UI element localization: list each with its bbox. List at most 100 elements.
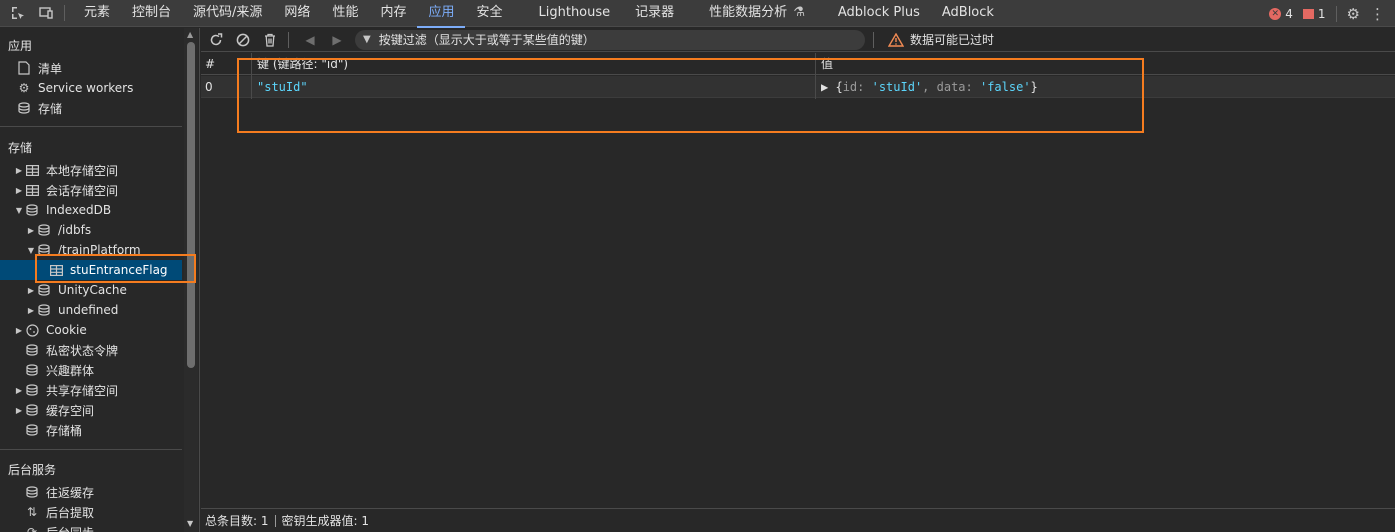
column-divider[interactable] xyxy=(815,53,816,99)
error-icon: ✕ xyxy=(1269,7,1282,20)
divider xyxy=(274,514,276,527)
tab-network[interactable]: 网络 xyxy=(273,0,321,27)
sidebar-item-label: 存储 xyxy=(38,101,63,116)
document-icon xyxy=(16,61,32,75)
tab-elements[interactable]: 元素 xyxy=(73,0,121,27)
sidebar-item-cache-storage[interactable]: ▶ 缓存空间 xyxy=(0,400,182,420)
expand-arrow-icon[interactable]: ▶ xyxy=(26,306,36,315)
sidebar-item-storage[interactable]: 存储 xyxy=(0,98,182,118)
sidebar-item-label: UnityCache xyxy=(58,283,127,297)
sidebar-item-label: 后台同步 xyxy=(46,524,94,532)
sidebar-item-label: 后台提取 xyxy=(46,505,95,520)
sidebar-item-unity-cache[interactable]: ▶ UnityCache xyxy=(0,280,182,300)
database-icon xyxy=(24,485,40,499)
issue-count: 1 xyxy=(1317,6,1326,21)
inspect-element-icon[interactable] xyxy=(8,3,28,23)
tab-application[interactable]: 应用 xyxy=(417,0,466,28)
sidebar-item-label: 私密状态令牌 xyxy=(46,343,119,358)
sidebar-item-private-state-tokens[interactable]: 私密状态令牌 xyxy=(0,340,182,360)
sidebar-item-background-fetch[interactable]: ⇅ 后台提取 xyxy=(0,502,182,522)
header-index[interactable]: # xyxy=(201,53,251,74)
expand-arrow-icon[interactable]: ▶ xyxy=(14,326,24,335)
row-key: "stuId" xyxy=(257,80,308,94)
expand-arrow-icon[interactable]: ▶ xyxy=(14,186,24,195)
sidebar-scrollbar[interactable]: ▲ ▼ xyxy=(184,28,198,532)
key-filter-input[interactable]: ▼ 按键过滤（显示大于或等于某些值的键） xyxy=(355,29,865,50)
gear-icon[interactable]: ⚙ xyxy=(1347,5,1360,23)
issue-count-badge[interactable]: 1 xyxy=(1302,6,1326,21)
sidebar-item-manifest[interactable]: 清单 xyxy=(0,58,182,78)
tab-lighthouse[interactable]: Lighthouse xyxy=(514,0,625,27)
sidebar-item-local-storage[interactable]: ▶ 本地存储空间 xyxy=(0,160,182,180)
database-icon xyxy=(24,423,40,437)
sidebar-item-background-sync[interactable]: ⟳ 后台同步 xyxy=(0,522,182,532)
expand-arrow-icon[interactable]: ▶ xyxy=(26,286,36,295)
stale-data-warning: 数据可能已过时 xyxy=(888,31,994,48)
divider xyxy=(288,31,289,48)
tab-performance-insights[interactable]: 性能数据分析 ⚗ xyxy=(698,0,827,27)
tab-adblock[interactable]: AdBlock xyxy=(931,0,1005,27)
scroll-up-icon[interactable]: ▲ xyxy=(187,30,193,39)
database-icon xyxy=(36,283,52,297)
tab-adblock-plus[interactable]: Adblock Plus xyxy=(827,0,931,27)
database-icon xyxy=(16,101,32,115)
expand-arrow-icon[interactable]: ▶ xyxy=(26,226,36,235)
sidebar-item-indexeddb[interactable]: ▼ IndexedDB xyxy=(0,200,182,220)
sidebar-item-back-forward-cache[interactable]: 往返缓存 xyxy=(0,482,182,502)
value-key-data: , data: xyxy=(922,80,980,94)
row-value[interactable]: ▶ {id: 'stuId', data: 'false'} xyxy=(817,76,1377,97)
header-value[interactable]: 值 xyxy=(817,53,1377,74)
sidebar-item-cookie[interactable]: ▶ Cookie xyxy=(0,320,182,340)
tab-console[interactable]: 控制台 xyxy=(121,0,182,27)
previous-page-icon[interactable]: ◀ xyxy=(298,28,322,52)
sidebar-item-session-storage[interactable]: ▶ 会话存储空间 xyxy=(0,180,182,200)
column-divider[interactable] xyxy=(251,53,252,99)
fetch-arrows-icon: ⇅ xyxy=(26,505,38,519)
sidebar-item-shared-storage[interactable]: ▶ 共享存储空间 xyxy=(0,380,182,400)
sidebar-item-undefined[interactable]: ▶ undefined xyxy=(0,300,182,320)
sidebar-item-service-workers[interactable]: ⚙ Service workers xyxy=(0,78,182,98)
refresh-icon[interactable] xyxy=(204,28,228,52)
expand-arrow-icon[interactable]: ▶ xyxy=(14,166,24,175)
sync-icon: ⟳ xyxy=(26,525,38,532)
tab-security[interactable]: 安全 xyxy=(465,0,513,27)
tab-sources[interactable]: 源代码/来源 xyxy=(182,0,273,27)
scrollbar-thumb[interactable] xyxy=(187,42,195,368)
sidebar-item-storage-buckets[interactable]: 存储桶 xyxy=(0,420,182,440)
delete-icon[interactable] xyxy=(258,28,282,52)
sidebar-item-idbfs[interactable]: ▶ /idbfs xyxy=(0,220,182,240)
table-icon xyxy=(24,163,40,177)
collapse-arrow-icon[interactable]: ▼ xyxy=(26,246,36,255)
expand-arrow-icon[interactable]: ▶ xyxy=(14,406,24,415)
cookie-icon xyxy=(24,323,40,337)
table-icon xyxy=(24,183,40,197)
header-key[interactable]: 键 (键路径: "id") xyxy=(253,53,813,74)
clear-object-store-icon[interactable] xyxy=(231,28,255,52)
expand-arrow-icon[interactable]: ▶ xyxy=(14,386,24,395)
tab-performance[interactable]: 性能 xyxy=(321,0,369,27)
collapse-arrow-icon[interactable]: ▼ xyxy=(14,206,24,215)
more-options-icon[interactable]: ⋮ xyxy=(1370,5,1385,23)
warning-icon xyxy=(888,32,904,47)
next-page-icon[interactable]: ▶ xyxy=(325,28,349,52)
sidebar-item-stu-entrance-flag[interactable]: stuEntranceFlag xyxy=(0,260,182,280)
error-count-badge[interactable]: ✕ 4 xyxy=(1269,7,1293,21)
scroll-down-icon[interactable]: ▼ xyxy=(187,519,193,528)
database-icon xyxy=(24,363,40,377)
sidebar-item-interest-groups[interactable]: 兴趣群体 xyxy=(0,360,182,380)
value-id: 'stuId' xyxy=(871,80,923,94)
key-generator-value: 密钥生成器值: 1 xyxy=(281,514,370,528)
expand-value-icon[interactable]: ▶ { xyxy=(821,80,843,94)
tab-recorder[interactable]: 记录器 xyxy=(624,0,698,27)
device-toolbar-icon[interactable] xyxy=(36,3,56,23)
gears-icon: ⚙ xyxy=(18,81,30,95)
value-key-id: id: xyxy=(842,80,872,94)
sidebar-item-label: 本地存储空间 xyxy=(46,163,119,178)
tab-memory[interactable]: 内存 xyxy=(369,0,417,27)
sidebar-item-label: /idbfs xyxy=(58,223,92,237)
devtools-tab-bar: 元素 控制台 源代码/来源 网络 性能 内存 应用 安全 Lighthouse … xyxy=(0,0,1395,28)
table-row[interactable]: 0 "stuId" ▶ {id: 'stuId', data: 'false'} xyxy=(201,76,1395,98)
sidebar-item-label: 缓存空间 xyxy=(46,403,95,418)
sidebar-item-train-platform[interactable]: ▼ /trainPlatform xyxy=(0,240,182,260)
database-icon xyxy=(24,203,40,217)
